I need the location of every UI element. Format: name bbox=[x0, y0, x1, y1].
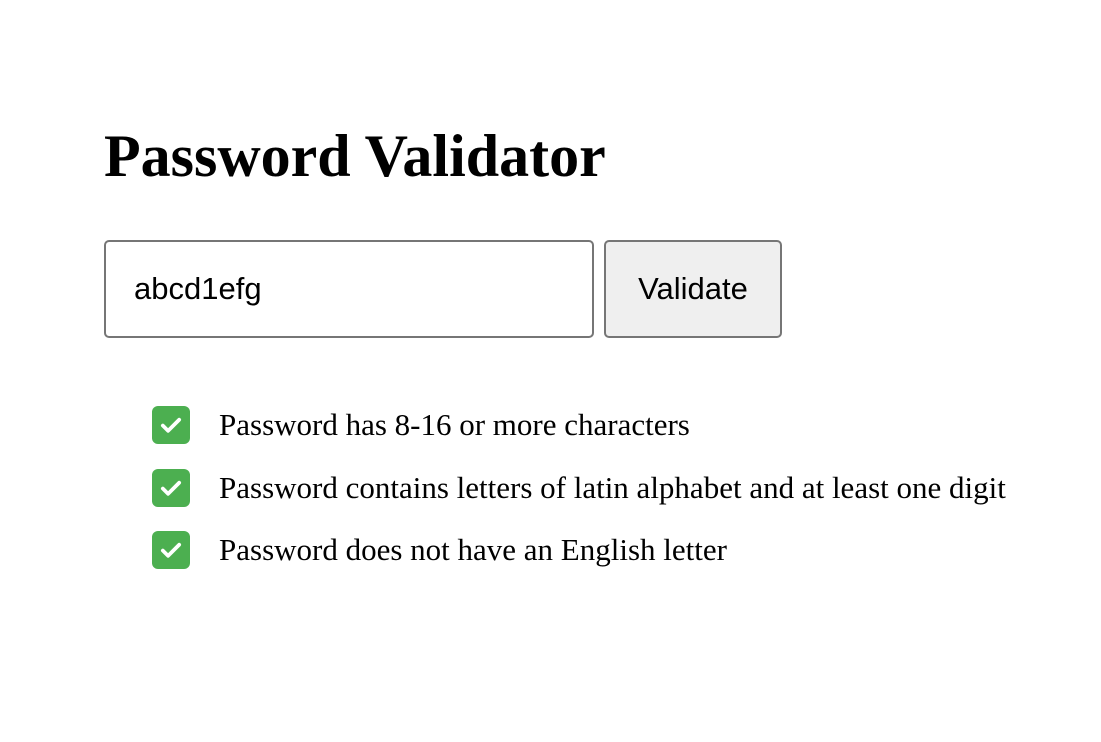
checkmark-icon bbox=[152, 468, 190, 507]
validator-form: Validate bbox=[104, 240, 782, 338]
validation-rules-list: Password has 8-16 or more characters Pas… bbox=[152, 394, 1006, 582]
page-title: Password Validator bbox=[104, 123, 606, 189]
rule-letters-digit: Password contains letters of latin alpha… bbox=[152, 457, 1006, 520]
rule-length: Password has 8-16 or more characters bbox=[152, 394, 1006, 457]
rule-text: Password does not have an English letter bbox=[219, 532, 727, 568]
checkmark-icon bbox=[152, 531, 190, 570]
rule-english-letter: Password does not have an English letter bbox=[152, 519, 1006, 582]
validate-button[interactable]: Validate bbox=[604, 240, 782, 338]
checkmark-icon bbox=[152, 406, 190, 445]
rule-text: Password has 8-16 or more characters bbox=[219, 407, 690, 443]
rule-text: Password contains letters of latin alpha… bbox=[219, 469, 1006, 505]
password-input[interactable] bbox=[104, 240, 594, 338]
